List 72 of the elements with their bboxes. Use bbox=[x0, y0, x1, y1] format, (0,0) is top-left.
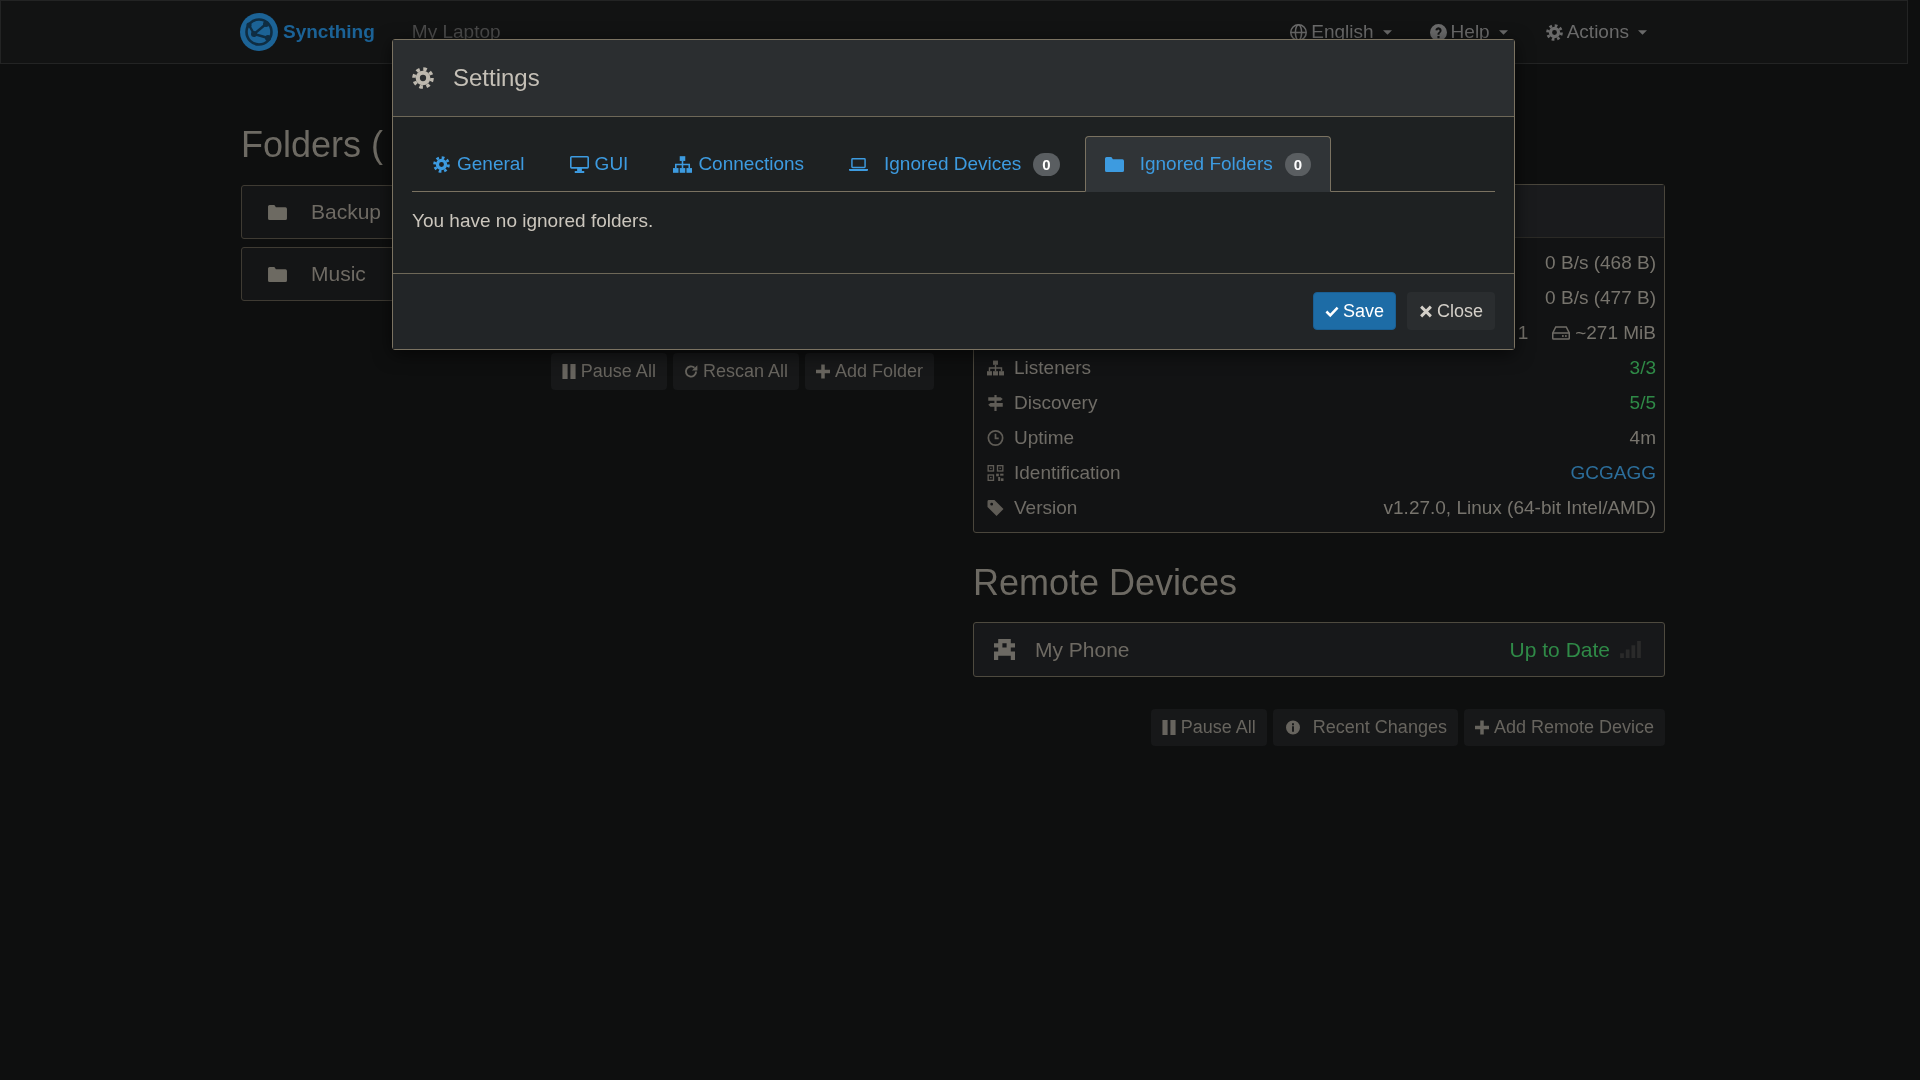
hard-drive-icon bbox=[1552, 325, 1571, 340]
clock-icon bbox=[987, 429, 1004, 446]
pause-icon bbox=[561, 364, 576, 379]
logo-icon bbox=[240, 13, 278, 51]
refresh-icon bbox=[683, 364, 698, 379]
row-label: Identification bbox=[1014, 461, 1121, 484]
actions-menu[interactable]: Actions bbox=[1545, 21, 1647, 43]
pause-all-button[interactable]: Pause All bbox=[550, 353, 667, 390]
identicon-icon bbox=[994, 639, 1015, 660]
qr-code-icon bbox=[987, 464, 1004, 481]
settings-icon bbox=[1545, 23, 1563, 41]
pause-all-button[interactable]: Pause All bbox=[1150, 709, 1267, 746]
row-label: Uptime bbox=[1014, 426, 1075, 449]
row-value: 0 B/s (468 B) bbox=[1545, 251, 1656, 274]
help-icon bbox=[1429, 23, 1447, 41]
dialog-title: Settings bbox=[453, 64, 540, 92]
network-icon bbox=[987, 359, 1004, 376]
settings-icon bbox=[432, 155, 451, 173]
count-badge: 0 bbox=[1033, 152, 1060, 176]
recent-changes-button[interactable]: Recent Changes bbox=[1272, 709, 1458, 746]
save-button[interactable]: Save bbox=[1312, 292, 1396, 330]
tab[interactable]: Ignored Devices 0 bbox=[829, 136, 1080, 192]
row-value: 3/3 bbox=[1629, 356, 1656, 379]
count-badge: 0 bbox=[1284, 152, 1312, 176]
disk-size: ~271 MiB bbox=[1575, 321, 1656, 344]
info-icon bbox=[1285, 720, 1300, 735]
row-value: 4m bbox=[1629, 426, 1656, 449]
close-button[interactable]: Close bbox=[1406, 292, 1495, 330]
tab[interactable]: Connections bbox=[653, 136, 824, 192]
folder-icon bbox=[268, 266, 287, 282]
section-heading: Folders ( bbox=[241, 123, 384, 167]
caret-icon bbox=[1382, 29, 1392, 35]
plus-icon bbox=[815, 364, 830, 379]
dialog-message: You have no ignored folders. bbox=[412, 209, 655, 233]
settings-icon bbox=[412, 67, 434, 89]
laptop-icon bbox=[849, 155, 868, 173]
language-menu[interactable]: English bbox=[1290, 21, 1392, 43]
row-label: Listeners bbox=[1014, 356, 1092, 379]
device-status: Up to Date bbox=[1509, 637, 1610, 662]
row-value: 0 B/s (477 B) bbox=[1545, 286, 1656, 309]
tag-icon bbox=[987, 499, 1004, 516]
caret-icon bbox=[1498, 29, 1508, 35]
device-panel[interactable]: My Phone Up to Date bbox=[973, 622, 1665, 677]
row-label: Version bbox=[1014, 496, 1078, 519]
rescan-all-button[interactable]: Rescan All bbox=[672, 353, 799, 390]
network-icon bbox=[673, 155, 693, 173]
language-icon bbox=[1290, 23, 1308, 41]
device-name: My Phone bbox=[1035, 637, 1130, 662]
caret-icon bbox=[1638, 29, 1647, 35]
check-icon bbox=[1324, 304, 1339, 318]
folder-icon bbox=[1104, 155, 1124, 173]
monitor-icon bbox=[569, 155, 589, 173]
row-value: 5/5 bbox=[1629, 391, 1656, 414]
tab[interactable]: GUI bbox=[549, 136, 649, 192]
add-button[interactable]: Add Remote Device bbox=[1463, 709, 1665, 746]
section-heading: Remote Devices bbox=[973, 561, 1238, 605]
device-id-link[interactable]: GCGAGG bbox=[1570, 461, 1656, 484]
help-menu[interactable]: Help bbox=[1429, 21, 1508, 43]
signpost-icon bbox=[987, 394, 1004, 411]
file-count: 1 bbox=[1517, 321, 1529, 344]
tab[interactable]: General bbox=[412, 136, 545, 192]
brand-link[interactable]: Syncthing bbox=[240, 13, 375, 51]
tab[interactable]: Ignored Folders 0 bbox=[1084, 136, 1332, 192]
pause-icon bbox=[1161, 720, 1176, 735]
plus-icon bbox=[1474, 720, 1489, 735]
row-value: v1.27.0, Linux (64-bit Intel/AMD) bbox=[1383, 496, 1656, 519]
folder-name: Music bbox=[311, 262, 366, 286]
folder-icon bbox=[268, 204, 287, 220]
add-button[interactable]: Add Folder bbox=[804, 353, 934, 390]
close-icon bbox=[1418, 304, 1433, 318]
row-label: Discovery bbox=[1014, 391, 1098, 414]
folder-name: Backup bbox=[311, 200, 382, 224]
